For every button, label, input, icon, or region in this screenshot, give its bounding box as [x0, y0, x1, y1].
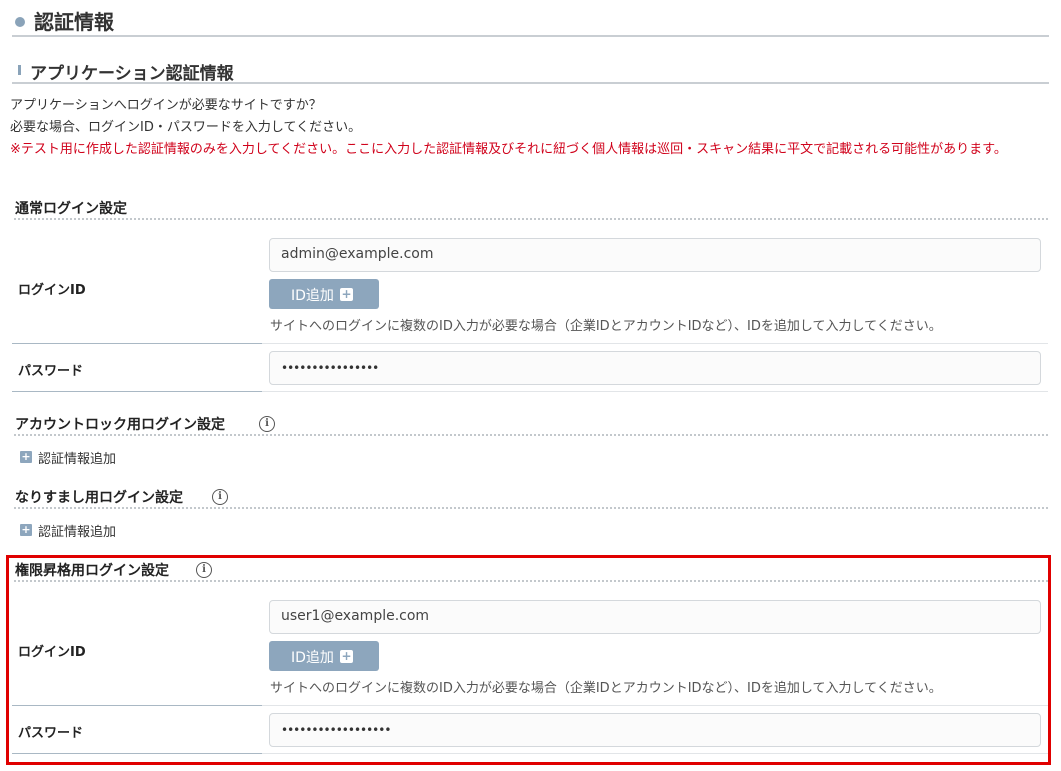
plus-icon: + — [340, 287, 353, 301]
description-line-2: 必要な場合、ログインID・パスワードを入力してください。 — [10, 120, 362, 135]
row-divider — [12, 391, 262, 392]
add-credential-label: 認証情報追加 — [38, 525, 117, 540]
page-title: 認証情報 — [34, 10, 114, 34]
impersonation-title: なりすまし用ログイン設定 — [15, 490, 183, 506]
normal-login-title: 通常ログイン設定 — [15, 201, 127, 217]
info-icon[interactable]: i — [259, 416, 275, 432]
warning-text: ※テスト用に作成した認証情報のみを入力してください。ここに入力した認証情報及びそ… — [10, 142, 1007, 157]
section-title: アプリケーション認証情報 — [30, 64, 234, 84]
page-header: 認証情報 — [12, 4, 1049, 37]
impersonation-heading: なりすまし用ログイン設定 i — [14, 487, 1048, 509]
normal-login-heading: 通常ログイン設定 — [14, 198, 1048, 220]
account-lock-title: アカウントロック用ログイン設定 — [15, 417, 225, 433]
info-icon[interactable]: i — [212, 489, 228, 505]
add-id-button[interactable]: ID追加 + — [269, 279, 379, 309]
highlight-box — [6, 555, 1051, 765]
description-line-1: アプリケーションへログインが必要なサイトですか？ — [10, 98, 322, 113]
row-divider — [262, 391, 1048, 392]
bar-icon — [18, 65, 21, 75]
add-id-hint: サイトへのログインに複数のID入力が必要な場合（企業IDとアカウントIDなど）、… — [270, 319, 942, 334]
bullet-icon — [15, 17, 25, 27]
add-id-button-label: ID追加 — [291, 288, 334, 304]
plus-square-icon: + — [20, 523, 32, 536]
description: アプリケーションへログインが必要なサイトですか？ 必要な場合、ログインID・パス… — [10, 95, 1055, 161]
section-header: アプリケーション認証情報 — [12, 56, 1049, 84]
password-label: パスワード — [18, 364, 84, 379]
login-id-label: ログインID — [18, 283, 86, 298]
account-lock-heading: アカウントロック用ログイン設定 i — [14, 414, 1048, 436]
row-divider — [262, 343, 1048, 344]
plus-square-icon: + — [20, 450, 32, 463]
password-input[interactable]: •••••••••••••••• — [269, 351, 1041, 385]
login-id-input[interactable]: admin@example.com — [269, 238, 1041, 272]
add-credential-label: 認証情報追加 — [38, 452, 117, 467]
row-divider — [12, 343, 262, 344]
